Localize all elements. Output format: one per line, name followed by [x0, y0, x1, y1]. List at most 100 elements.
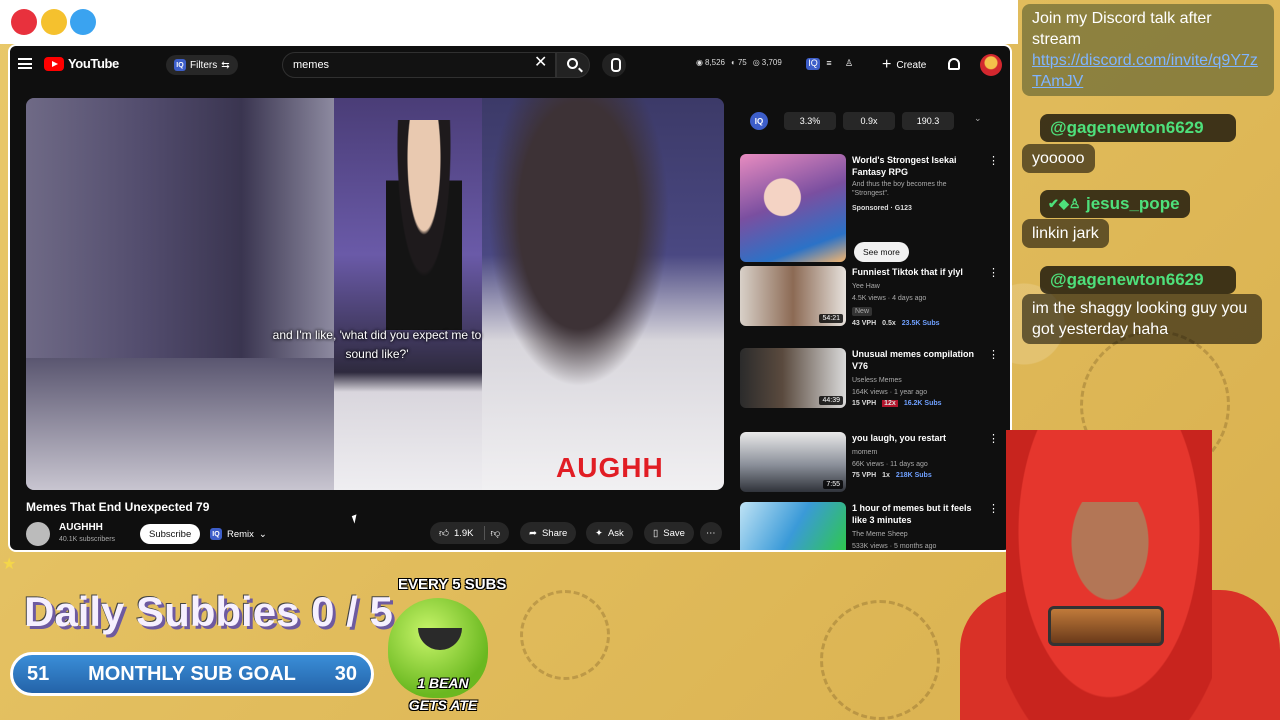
- video-thumbnail[interactable]: 54:21: [740, 266, 846, 326]
- rec-meta: 533K views · 5 months ago: [852, 543, 937, 550]
- stat-views: ◉ 8,526: [696, 58, 726, 67]
- iq-extension-icon: IQ: [174, 59, 186, 71]
- ask-button[interactable]: ✦ Ask: [586, 522, 633, 544]
- iq-extension-icon[interactable]: IQ: [750, 112, 768, 130]
- recommendation-item[interactable]: 44:39 Unusual memes compilation V76 Usel…: [740, 348, 1000, 410]
- rec-channel[interactable]: The Meme Sheep: [852, 530, 908, 539]
- badge-icons: ✔◆♙: [1048, 196, 1081, 211]
- stat-watch: ◎ 3,709: [752, 58, 782, 67]
- rec-channel[interactable]: momem: [852, 448, 877, 457]
- youtube-logo[interactable]: YouTube: [44, 56, 119, 71]
- chat-text: Join my Discord talk after stream: [1032, 10, 1212, 48]
- search-icon: [567, 58, 578, 69]
- clear-search-icon[interactable]: ✕: [534, 54, 547, 72]
- streamer-webcam: [960, 410, 1280, 720]
- thumbs-up-icon: 👍︎: [439, 528, 449, 539]
- hamburger-menu-icon[interactable]: [18, 58, 32, 69]
- video-caption: and I'm like, 'what did you expect me to…: [272, 328, 482, 361]
- chevron-down-icon[interactable]: ⌄: [974, 113, 982, 124]
- bean-caption-bottom: 1 BEAN GETS ATE: [408, 675, 478, 713]
- chevron-down-icon: ⌄: [258, 528, 267, 540]
- voice-search-button[interactable]: [602, 53, 626, 77]
- mouse-cursor: [351, 514, 360, 524]
- search-input[interactable]: memes: [282, 52, 556, 78]
- account-avatar[interactable]: [980, 54, 1002, 76]
- monthly-sub-goal-bar: 51 MONTHLY SUB GOAL 30: [10, 652, 374, 696]
- share-icon: ➦: [529, 527, 537, 539]
- iq-extension-icon: IQ: [210, 528, 222, 540]
- video-thumbnail[interactable]: [740, 502, 846, 550]
- channel-avatar[interactable]: [26, 522, 50, 546]
- chat-username: ✔◆♙ jesus_pope: [1040, 190, 1190, 218]
- share-button[interactable]: ➦ Share: [520, 522, 577, 544]
- more-vertical-icon[interactable]: ⋮: [988, 156, 999, 167]
- extension-stats: ◉ 8,526 ◐ 75 ◎ 3,709: [696, 58, 782, 67]
- goal-target: 30: [334, 662, 357, 685]
- food-container: [1048, 606, 1164, 646]
- rec-meta: Sponsored · G123: [852, 205, 912, 212]
- bean-caption-top: EVERY 5 SUBS: [398, 576, 507, 593]
- goal-current: 51: [27, 662, 50, 685]
- trophy-extension-icon[interactable]: ♙: [842, 58, 856, 70]
- subscribe-button[interactable]: Subscribe: [140, 524, 201, 544]
- speed-chip-value[interactable]: 190.3: [902, 112, 954, 130]
- doodle-decoration: [820, 600, 940, 720]
- daily-subs-counter: Daily Subbies 0 / 5: [24, 588, 393, 635]
- more-horizontal-icon: ⋯: [706, 527, 716, 539]
- recommendation-item[interactable]: 54:21 Funniest Tiktok that if ylyl Yee H…: [740, 266, 1000, 328]
- notifications-bell-icon[interactable]: [948, 58, 960, 70]
- streamer-face: [1070, 502, 1150, 602]
- chat-username: @gagenewton6629: [1040, 114, 1236, 142]
- channel-name[interactable]: AUGHHH: [59, 522, 103, 533]
- rec-stats: 75 VPH 1x 218K Subs: [852, 472, 932, 479]
- subscriber-count: 40.1K subscribers: [59, 536, 116, 543]
- filters-button[interactable]: IQ Filters ⇆: [166, 55, 238, 75]
- rec-stats: 43 VPH 0.5x 23.5K Subs: [852, 320, 940, 327]
- rec-title[interactable]: Unusual memes compilation V76: [852, 348, 980, 372]
- rec-title[interactable]: World's Strongest Isekai Fantasy RPG: [852, 154, 980, 178]
- save-button[interactable]: ▯ Save: [644, 522, 694, 544]
- video-player[interactable]: and I'm like, 'what did you expect me to…: [26, 98, 724, 490]
- see-more-button[interactable]: See more: [854, 242, 909, 262]
- new-badge: New: [852, 307, 873, 316]
- rec-channel[interactable]: Useless Memes: [852, 376, 902, 385]
- chat-message: Join my Discord talk after stream https:…: [1022, 4, 1274, 96]
- stat-likes: ◐ 75: [731, 58, 747, 67]
- rec-title[interactable]: Funniest Tiktok that if ylyl: [852, 266, 980, 278]
- discord-link[interactable]: https://discord.com/invite/q9Y7zTAmJV: [1032, 50, 1264, 92]
- create-button[interactable]: + Create: [876, 55, 932, 75]
- channel-watermark: AUGHH: [556, 452, 664, 483]
- more-actions-button[interactable]: ⋯: [700, 522, 722, 544]
- more-vertical-icon[interactable]: ⋮: [988, 350, 999, 361]
- chat-message: im the shaggy looking guy you got yester…: [1022, 294, 1262, 344]
- speed-chip-percent[interactable]: 3.3%: [784, 112, 836, 130]
- ad-thumbnail[interactable]: [740, 154, 846, 262]
- video-thumbnail[interactable]: 7:55: [740, 432, 846, 492]
- list-extension-icon[interactable]: ≡: [822, 58, 836, 70]
- iq-extension-icon[interactable]: IQ: [806, 58, 820, 70]
- speed-chip-rate[interactable]: 0.9x: [843, 112, 895, 130]
- sliders-icon: ⇆: [221, 59, 230, 71]
- rec-channel[interactable]: Yee Haw: [852, 282, 880, 291]
- like-button[interactable]: 👍︎ 1.9K 👎︎: [430, 522, 510, 544]
- blurred-background-right: [482, 98, 724, 490]
- chat-message: linkin jark: [1022, 219, 1109, 248]
- goal-label: MONTHLY SUB GOAL: [88, 662, 296, 685]
- recommendation-ad[interactable]: World's Strongest Isekai Fantasy RPG And…: [740, 154, 1000, 262]
- doodle-decoration: [520, 590, 610, 680]
- more-vertical-icon[interactable]: ⋮: [988, 268, 999, 279]
- minimize-window-button[interactable]: [41, 9, 67, 35]
- search-button[interactable]: [556, 52, 590, 78]
- remix-button[interactable]: IQ Remix ⌄: [210, 524, 267, 544]
- star-icon: ★: [2, 556, 17, 573]
- chat-username: @gagenewton6629: [1040, 266, 1236, 294]
- youtube-play-icon: [44, 56, 64, 71]
- video-thumbnail[interactable]: 44:39: [740, 348, 846, 408]
- blurred-background-left: [26, 98, 334, 490]
- bookmark-icon: ▯: [653, 527, 659, 539]
- maximize-window-button[interactable]: [70, 9, 96, 35]
- sparkle-icon: ✦: [595, 527, 603, 539]
- thumbs-down-icon[interactable]: 👎︎: [490, 527, 500, 539]
- close-window-button[interactable]: [11, 9, 37, 35]
- video-title: Memes That End Unexpected 79: [26, 500, 210, 514]
